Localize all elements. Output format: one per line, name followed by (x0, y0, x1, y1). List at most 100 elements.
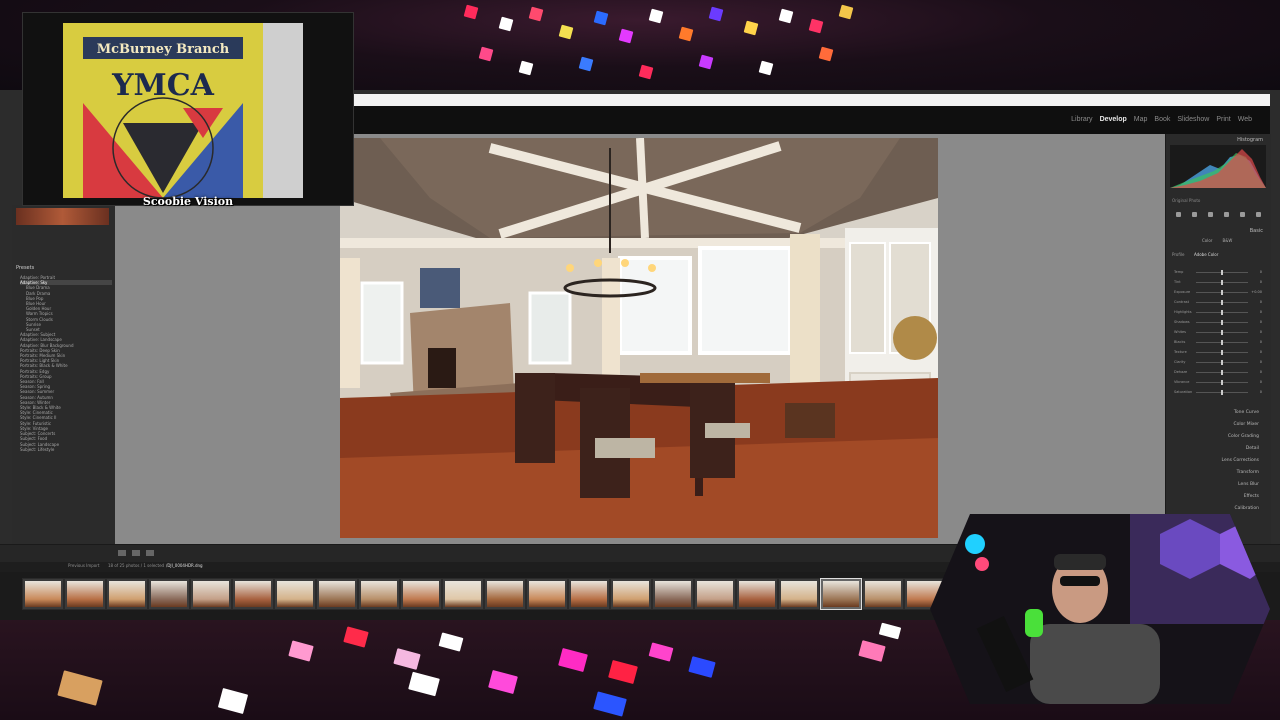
slider-value[interactable]: 0 (1260, 350, 1262, 355)
slider-value[interactable]: 0 (1260, 320, 1262, 325)
filmstrip-thumbnail[interactable] (148, 578, 190, 610)
filmstrip-thumbnail[interactable] (190, 578, 232, 610)
slider-value[interactable]: 0 (1260, 360, 1262, 365)
light-tile (778, 8, 794, 24)
filmstrip-thumbnail[interactable] (358, 578, 400, 610)
basic-section-title[interactable]: Basic (1250, 228, 1263, 234)
slider-value[interactable]: 0 (1260, 280, 1262, 285)
slider-thumb[interactable] (1221, 280, 1223, 285)
light-tile (808, 18, 824, 34)
slider-thumb[interactable] (1221, 370, 1223, 375)
treatment-bw[interactable]: B&W (1222, 238, 1232, 243)
light-tile (463, 4, 479, 20)
panel-section-header[interactable]: Lens Blur (1238, 482, 1259, 487)
thumbnail-image (655, 581, 691, 607)
filmstrip-thumbnail[interactable] (106, 578, 148, 610)
panel-section-header[interactable]: Color Mixer (1234, 422, 1259, 427)
module-picker-bar: Library Develop Map Book Slideshow Print… (352, 106, 1270, 134)
filmstrip-thumbnail[interactable] (568, 578, 610, 610)
module-book[interactable]: Book (1154, 116, 1170, 123)
slider-value[interactable]: 0 (1260, 390, 1262, 395)
filmstrip-thumbnail[interactable] (274, 578, 316, 610)
loupe-view-icon[interactable] (118, 550, 126, 556)
slider-value[interactable]: 0 (1260, 380, 1262, 385)
presets-header[interactable]: Presets (16, 265, 34, 271)
filmstrip-thumbnail[interactable] (610, 578, 652, 610)
slider-value[interactable]: 0 (1260, 300, 1262, 305)
filmstrip-thumbnail[interactable] (736, 578, 778, 610)
filmstrip-thumbnail[interactable] (232, 578, 274, 610)
slider-row: Whites 0 (1174, 330, 1262, 335)
slider-thumb[interactable] (1221, 350, 1223, 355)
slider-thumb[interactable] (1221, 270, 1223, 275)
slider-thumb[interactable] (1221, 360, 1223, 365)
filmstrip-thumbnail[interactable] (400, 578, 442, 610)
thumbnail-image (613, 581, 649, 607)
heal-icon[interactable] (1207, 212, 1213, 217)
light-tile (343, 626, 369, 648)
filmstrip-thumbnail[interactable] (820, 578, 862, 610)
panel-section-header[interactable]: Color Grading (1228, 434, 1259, 439)
light-tile (618, 28, 634, 44)
filmstrip-thumbnail[interactable] (442, 578, 484, 610)
treatment-color[interactable]: Color (1202, 238, 1212, 243)
panel-section-header[interactable]: Calibration (1235, 506, 1259, 511)
panel-section-header[interactable]: Tone Curve (1234, 410, 1259, 415)
light-tile (288, 640, 314, 662)
histogram-title[interactable]: Histogram (1237, 137, 1263, 143)
slider-value[interactable]: 0 (1260, 370, 1262, 375)
filmstrip-thumbnail[interactable] (64, 578, 106, 610)
profile-value[interactable]: Adobe Color (1194, 252, 1218, 257)
thumbnail-image (361, 581, 397, 607)
filmstrip-thumbnail[interactable] (694, 578, 736, 610)
panel-section-header[interactable]: Transform (1237, 470, 1259, 475)
slider-value[interactable]: 0 (1260, 310, 1262, 315)
survey-view-icon[interactable] (146, 550, 154, 556)
compare-view-icon[interactable] (132, 550, 140, 556)
slider-value[interactable]: +0.00 (1251, 290, 1262, 295)
filmstrip-thumbnail[interactable] (22, 578, 64, 610)
module-library[interactable]: Library (1071, 116, 1092, 123)
filmstrip-thumbnail[interactable] (316, 578, 358, 610)
preset-item[interactable]: Subject: Lifestyle (20, 447, 112, 452)
panel-section-header[interactable]: Detail (1246, 446, 1259, 451)
histogram (1170, 145, 1266, 188)
module-develop[interactable]: Develop (1100, 116, 1127, 123)
slider-thumb[interactable] (1221, 330, 1223, 335)
module-web[interactable]: Web (1238, 116, 1252, 123)
panel-section-header[interactable]: Lens Corrections (1222, 458, 1259, 463)
slider-thumb[interactable] (1221, 290, 1223, 295)
dining-room-photo (340, 138, 938, 538)
edit-icon[interactable] (1175, 212, 1181, 217)
presets-icon[interactable] (1255, 212, 1261, 217)
filmstrip-thumbnail[interactable] (526, 578, 568, 610)
panel-section-header[interactable]: Effects (1244, 494, 1259, 499)
slider-thumb[interactable] (1221, 340, 1223, 345)
navigator-preview[interactable] (16, 208, 109, 225)
filmstrip-thumbnail[interactable] (484, 578, 526, 610)
slider-thumb[interactable] (1221, 300, 1223, 305)
slider-value[interactable]: 0 (1260, 340, 1262, 345)
main-photo[interactable] (340, 138, 938, 538)
light-tile (678, 26, 694, 42)
masking-icon[interactable] (1239, 212, 1245, 217)
filmstrip-source[interactable]: Previous Import (68, 563, 99, 568)
module-map[interactable]: Map (1134, 116, 1148, 123)
filmstrip-thumbnail[interactable] (652, 578, 694, 610)
slider-thumb[interactable] (1221, 320, 1223, 325)
slider-row: Vibrance 0 (1174, 380, 1262, 385)
slider-value[interactable]: 0 (1260, 330, 1262, 335)
light-tile (638, 64, 654, 80)
module-slideshow[interactable]: Slideshow (1177, 116, 1209, 123)
slider-row: Exposure +0.00 (1174, 290, 1262, 295)
slider-value[interactable]: 0 (1260, 270, 1262, 275)
slider-thumb[interactable] (1221, 390, 1223, 395)
slider-thumb[interactable] (1221, 310, 1223, 315)
slider-label: Dehaze (1174, 370, 1188, 374)
slider-thumb[interactable] (1221, 380, 1223, 385)
filmstrip-thumbnail[interactable] (862, 578, 904, 610)
crop-icon[interactable] (1191, 212, 1197, 217)
filmstrip-thumbnail[interactable] (778, 578, 820, 610)
red-eye-icon[interactable] (1223, 212, 1229, 217)
module-print[interactable]: Print (1216, 116, 1230, 123)
